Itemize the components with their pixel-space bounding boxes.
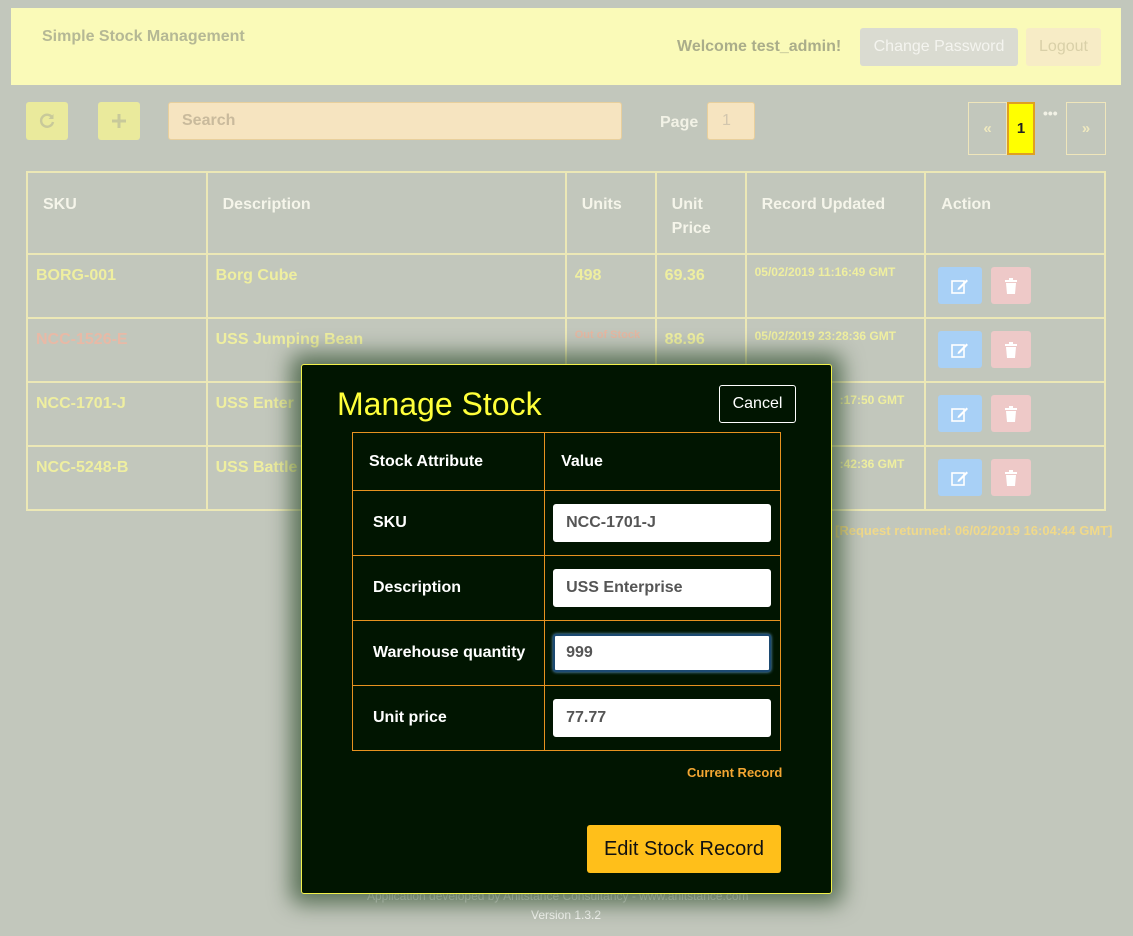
column-header-units[interactable]: Units — [564, 171, 657, 255]
unit-price-input[interactable]: 77.77 — [553, 699, 772, 737]
column-header-unit-price[interactable]: Unit Price — [654, 171, 747, 255]
value-cell: USS Enterprise — [544, 555, 781, 621]
warehouse-quantity-label: Warehouse quantity — [351, 620, 546, 686]
column-header-description[interactable]: Description — [205, 171, 567, 255]
attribute-row: SKU NCC-1701-J — [351, 490, 781, 556]
add-button[interactable] — [98, 102, 140, 140]
cell-actions — [924, 317, 1106, 383]
column-header-value: Value — [544, 432, 781, 491]
app-title: Simple Stock Management — [42, 28, 245, 45]
delete-button[interactable] — [990, 459, 1031, 496]
trash-icon — [1004, 277, 1017, 294]
trash-icon — [1004, 405, 1017, 422]
column-header-attribute: Stock Attribute — [351, 432, 546, 491]
edit-button[interactable] — [938, 395, 983, 432]
trash-icon — [1004, 469, 1017, 486]
description-label: Description — [351, 555, 546, 621]
delete-button[interactable] — [990, 331, 1031, 368]
current-record-label: Current Record — [687, 765, 783, 780]
value-cell: 77.77 — [544, 685, 781, 751]
delete-button[interactable] — [990, 395, 1031, 432]
delete-button[interactable] — [990, 267, 1031, 304]
page-label: Page — [660, 114, 699, 131]
out-of-stock-label: Out of Stock — [574, 329, 641, 341]
attribute-row: Warehouse quantity 999 — [351, 620, 781, 686]
attribute-header-row: Stock Attribute Value — [351, 432, 781, 491]
column-header-record-updated[interactable]: Record Updated — [744, 171, 927, 255]
modal-title: Manage Stock — [337, 386, 542, 422]
logout-button[interactable]: Logout — [1026, 28, 1101, 66]
footer-version: Version 1.3.2 — [531, 908, 602, 922]
edit-stock-record-button[interactable]: Edit Stock Record — [587, 825, 781, 873]
cell-sku: NCC-1526-E — [26, 317, 208, 383]
cancel-button[interactable]: Cancel — [719, 385, 796, 423]
unit-price-label: Unit price — [351, 685, 546, 751]
refresh-icon — [39, 113, 55, 128]
trash-icon — [1004, 341, 1017, 358]
cell-actions — [924, 381, 1106, 447]
search-input[interactable] — [168, 102, 622, 140]
request-returned-text: [Request returned: 06/02/2019 16:04:44 G… — [835, 523, 1113, 538]
column-header-action: Action — [924, 171, 1106, 255]
stock-attribute-table: Stock Attribute Value SKU NCC-1701-J Des… — [351, 432, 781, 751]
sku-label: SKU — [351, 490, 546, 556]
edit-icon — [951, 471, 969, 486]
attribute-row: Unit price 77.77 — [351, 685, 781, 751]
welcome-text: Welcome test_admin! — [677, 38, 842, 55]
table-header-row: SKU Description Units Unit Price Record … — [26, 171, 1106, 255]
page-number-input[interactable]: 1 — [707, 102, 755, 140]
pagination-prev[interactable]: « — [968, 102, 1007, 155]
warehouse-quantity-input[interactable]: 999 — [553, 634, 772, 672]
change-password-button[interactable]: Change Password — [860, 28, 1018, 66]
ellipsis-icon: ••• — [1043, 105, 1058, 121]
edit-icon — [951, 407, 969, 422]
cell-description: Borg Cube — [205, 253, 567, 319]
column-header-sku[interactable]: SKU — [26, 171, 208, 255]
value-cell: 999 — [544, 620, 781, 686]
edit-icon — [951, 279, 969, 294]
edit-button[interactable] — [938, 331, 983, 368]
cell-actions — [924, 445, 1106, 511]
cell-actions — [924, 253, 1106, 319]
cell-sku: BORG-001 — [26, 253, 208, 319]
pagination-next[interactable]: » — [1066, 102, 1106, 155]
cell-units: 498 — [564, 253, 657, 319]
cell-sku: NCC-1701-J — [26, 381, 208, 447]
plus-icon — [112, 114, 126, 128]
pagination-current-page[interactable]: 1 — [1007, 102, 1035, 155]
edit-button[interactable] — [938, 267, 983, 304]
value-cell: NCC-1701-J — [544, 490, 781, 556]
edit-button[interactable] — [938, 459, 983, 496]
cell-updated: 05/02/2019 11:16:49 GMT — [744, 253, 927, 319]
sku-input[interactable]: NCC-1701-J — [553, 504, 772, 542]
table-row: BORG-001 Borg Cube 498 69.36 05/02/2019 … — [26, 253, 1106, 319]
description-input[interactable]: USS Enterprise — [553, 569, 772, 607]
attribute-row: Description USS Enterprise — [351, 555, 781, 621]
refresh-button[interactable] — [26, 102, 68, 140]
cell-price: 69.36 — [654, 253, 747, 319]
cell-sku: NCC-5248-B — [26, 445, 208, 511]
edit-icon — [951, 343, 969, 358]
